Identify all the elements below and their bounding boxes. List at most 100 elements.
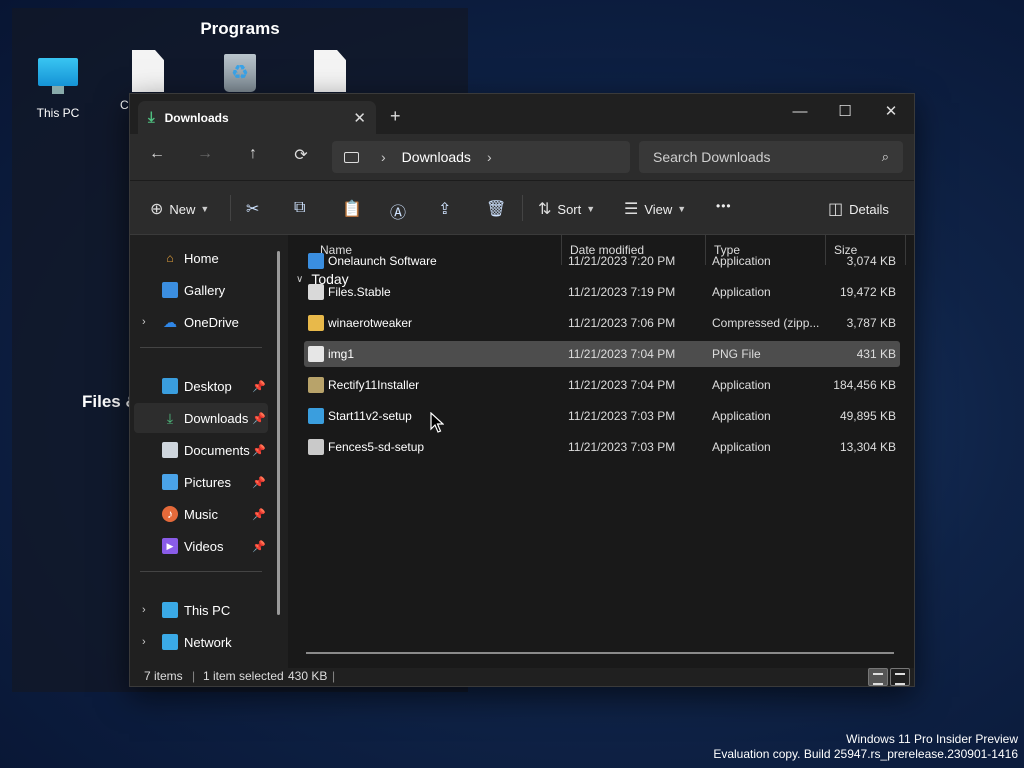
copy-button[interactable]: ⧉: [294, 199, 311, 217]
installer-icon: [308, 377, 324, 393]
trash-icon: 🗑: [486, 201, 507, 218]
file-size: 49,895 KB: [839, 409, 896, 423]
toolbar-divider: [230, 195, 231, 221]
chevron-right-icon[interactable]: ›: [381, 149, 386, 165]
table-row[interactable]: Files.Stable 11/21/2023 7:19 PM Applicatio…: [304, 279, 900, 305]
sort-label: Sort: [557, 201, 582, 217]
details-label: Details: [849, 201, 889, 217]
sidebar-item-music[interactable]: ♪ Music 📌: [134, 499, 268, 529]
view-list-icon: ☰: [624, 201, 639, 218]
desktop-icon-this-pc[interactable]: This PC: [22, 50, 94, 120]
title-bar[interactable]: ⤓ Downloads ✕ + — ☐ ✕: [130, 94, 914, 134]
desktop-icon-document-2[interactable]: [294, 50, 366, 98]
up-button[interactable]: ↑: [240, 145, 266, 163]
chevron-right-icon[interactable]: ›: [142, 636, 146, 648]
sidebar-item-pictures[interactable]: Pictures 📌: [134, 467, 268, 497]
sidebar-item-label: Pictures: [184, 474, 231, 490]
new-tab-button[interactable]: +: [390, 106, 401, 127]
table-row[interactable]: Fences5-sd-setup 11/21/2023 7:03 PM Applic…: [304, 434, 900, 460]
this-pc-icon[interactable]: [344, 151, 359, 163]
sidebar-item-videos[interactable]: ▶ Videos 📌: [134, 531, 268, 561]
share-button[interactable]: ⇪: [438, 199, 457, 219]
sidebar-item-gallery[interactable]: Gallery: [134, 275, 268, 305]
sidebar-item-label: Documents: [184, 442, 250, 458]
sidebar-item-home[interactable]: ⌂ Home: [134, 243, 268, 273]
forward-button[interactable]: →: [192, 145, 218, 163]
tab-downloads[interactable]: ⤓ Downloads ✕: [138, 101, 376, 134]
sidebar-scrollbar[interactable]: [277, 251, 280, 615]
plus-circle-icon: ⊕: [150, 201, 164, 218]
minimize-button[interactable]: —: [780, 99, 820, 125]
toolbar-divider: [522, 195, 523, 221]
sidebar-divider: [140, 571, 262, 572]
sidebar-item-documents[interactable]: Documents 📌: [134, 435, 268, 465]
file-size: 13,304 KB: [839, 440, 896, 454]
sidebar-item-this-pc[interactable]: › This PC: [134, 595, 268, 625]
search-box[interactable]: ⌕: [639, 141, 903, 173]
setup-icon: [308, 439, 324, 455]
chevron-right-icon[interactable]: ›: [142, 604, 146, 616]
chevron-right-icon[interactable]: ›: [142, 316, 146, 328]
new-button[interactable]: ⊕ New ▼: [150, 199, 209, 219]
file-name: Fences5-sd-setup: [328, 440, 425, 454]
sidebar-item-onedrive[interactable]: › ☁ OneDrive: [134, 307, 268, 337]
document-icon: [308, 50, 352, 94]
horizontal-scrollbar[interactable]: [306, 652, 894, 654]
monitor-icon: [162, 602, 178, 618]
view-label: View: [644, 201, 673, 217]
chevron-down-icon: ∨: [296, 273, 304, 285]
app-icon: [308, 284, 324, 300]
videos-icon: ▶: [162, 538, 178, 554]
chevron-right-icon[interactable]: ›: [487, 149, 492, 165]
sort-button[interactable]: ⇅ Sort ▼: [538, 199, 595, 219]
cloud-icon: ☁: [163, 314, 177, 330]
more-options-button[interactable]: •••: [716, 199, 732, 213]
tiles-view-button[interactable]: [890, 668, 910, 686]
download-icon: ⤓: [166, 410, 174, 426]
table-row[interactable]: img1 11/21/2023 7:04 PM PNG File 431 KB: [304, 341, 900, 367]
close-button[interactable]: ✕: [871, 99, 911, 125]
address-bar: ← → ↑ ⟳ › Downloads › ⌕: [130, 134, 914, 180]
file-date-modified: 11/21/2023 7:20 PM: [568, 254, 676, 268]
file-date-modified: 11/21/2023 7:06 PM: [568, 316, 676, 330]
pin-icon: 📌: [252, 380, 266, 393]
file-explorer-window: ⤓ Downloads ✕ + — ☐ ✕ ← → ↑ ⟳ › Download…: [129, 93, 915, 687]
sidebar-item-downloads[interactable]: ⤓ Downloads 📌: [134, 403, 268, 433]
file-name: Rectify11Installer: [328, 378, 420, 392]
document-icon: [126, 50, 170, 94]
file-size: 3,074 KB: [846, 254, 896, 268]
table-row[interactable]: Start11v2-setup 11/21/2023 7:03 PM Applica…: [304, 403, 900, 429]
table-row[interactable]: Onelaunch Software 11/21/2023 7:20 PM Appl…: [304, 248, 900, 274]
table-row[interactable]: winaerotweaker 11/21/2023 7:06 PM Compress…: [304, 310, 900, 336]
pin-icon: 📌: [252, 412, 266, 425]
details-pane-button[interactable]: ◫ Details: [828, 199, 889, 219]
setup-icon: [308, 408, 324, 424]
view-button[interactable]: ☰ View ▼: [624, 199, 686, 219]
programs-title: Programs: [200, 19, 280, 38]
delete-button[interactable]: 🗑: [486, 199, 512, 219]
rename-button[interactable]: Ⓐ: [390, 199, 412, 223]
file-type: Application: [712, 440, 771, 454]
sidebar-item-label: Network: [184, 634, 232, 650]
search-icon: ⌕: [881, 149, 889, 164]
maximize-button[interactable]: ☐: [825, 99, 865, 125]
breadcrumb[interactable]: › Downloads ›: [332, 141, 630, 173]
sidebar-item-label: Videos: [184, 538, 224, 554]
breadcrumb-item-downloads[interactable]: Downloads: [402, 149, 471, 165]
details-pane-icon: ◫: [828, 201, 844, 218]
new-label: New: [169, 201, 196, 217]
chevron-down-icon: ▼: [677, 204, 687, 214]
sidebar-item-desktop[interactable]: Desktop 📌: [134, 371, 268, 401]
details-view-button[interactable]: [868, 668, 888, 686]
tab-label: Downloads: [164, 110, 229, 125]
watermark-line-1: Windows 11 Pro Insider Preview: [846, 732, 1018, 746]
cut-button[interactable]: ✂: [246, 199, 265, 219]
refresh-button[interactable]: ⟳: [288, 145, 314, 165]
file-type: Application: [712, 285, 771, 299]
paste-button[interactable]: 📋: [342, 199, 368, 219]
back-button[interactable]: ←: [144, 145, 170, 163]
search-input[interactable]: [653, 149, 882, 165]
sidebar-item-network[interactable]: › Network: [134, 627, 268, 657]
table-row[interactable]: Rectify11Installer 11/21/2023 7:04 PM Appl…: [304, 372, 900, 398]
tab-close-button[interactable]: ✕: [353, 109, 366, 127]
